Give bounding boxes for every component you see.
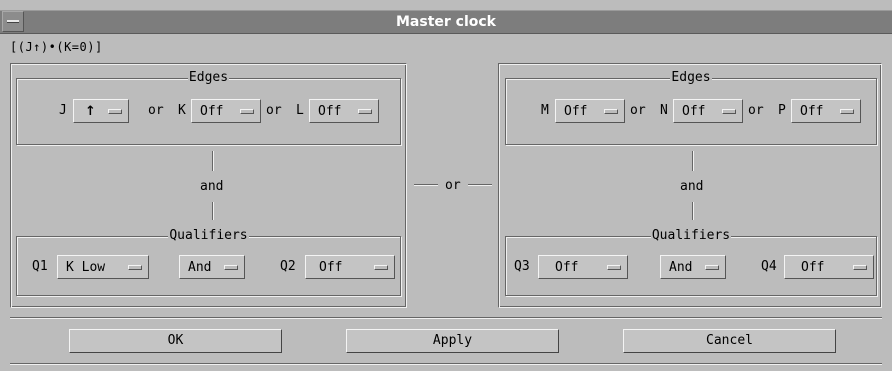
edge-p-dropdown[interactable]: Off	[791, 99, 861, 123]
right-qualifiers-group: Qualifiers Q3 Off And Q4 Off	[505, 228, 877, 296]
left-and-label: and	[200, 179, 224, 194]
edge-k-dropdown[interactable]: Off	[191, 99, 261, 123]
option-indicator-icon	[607, 265, 621, 270]
right-clock-panel: Edges M Off or N Off or P Off and Qualif…	[498, 63, 882, 308]
master-clock-dialog: Master clock [(J↑)•(K=0)] Edges J ↑ or K…	[0, 0, 892, 371]
or-label: or	[748, 103, 764, 118]
option-indicator-icon	[705, 265, 719, 270]
edge-j-value: ↑	[85, 104, 96, 119]
q3-q4-operator-dropdown[interactable]: And	[660, 255, 726, 279]
connector-line	[692, 151, 694, 171]
connector-line	[212, 202, 214, 220]
separator	[10, 317, 882, 319]
right-edges-group: Edges M Off or N Off or P Off	[505, 70, 877, 145]
edge-j-dropdown[interactable]: ↑	[73, 99, 129, 123]
window-menu-icon	[7, 20, 19, 23]
q3-dropdown[interactable]: Off	[538, 255, 628, 279]
separator	[10, 363, 882, 365]
edge-l-label: L	[296, 103, 304, 118]
right-qualifiers-title: Qualifiers	[650, 228, 732, 243]
q1-q2-operator-value: And	[188, 260, 212, 275]
option-indicator-icon	[840, 109, 854, 114]
cancel-button[interactable]: Cancel	[623, 329, 836, 353]
window-title: Master clock	[395, 14, 496, 30]
edge-l-dropdown[interactable]: Off	[309, 99, 379, 123]
q4-dropdown[interactable]: Off	[784, 255, 874, 279]
left-qualifiers-group: Qualifiers Q1 K Low And Q2 Off	[16, 228, 401, 296]
option-indicator-icon	[240, 109, 254, 114]
q1-value: K Low	[66, 260, 106, 275]
q1-label: Q1	[32, 259, 48, 274]
option-indicator-icon	[108, 109, 122, 114]
edge-k-label: K	[178, 103, 186, 118]
q3-q4-operator-value: And	[669, 260, 693, 275]
connector-line	[414, 184, 438, 186]
option-indicator-icon	[604, 109, 618, 114]
window-menu-button[interactable]	[2, 11, 24, 32]
connector-line	[468, 184, 492, 186]
right-edges-title: Edges	[670, 70, 712, 85]
q3-label: Q3	[514, 259, 530, 274]
ok-button[interactable]: OK	[69, 329, 282, 353]
q2-label: Q2	[280, 259, 296, 274]
edge-n-value: Off	[682, 104, 706, 119]
edge-m-dropdown[interactable]: Off	[555, 99, 625, 123]
or-label: or	[630, 103, 646, 118]
edge-k-value: Off	[200, 104, 224, 119]
left-clock-panel: Edges J ↑ or K Off or L Off and Qualifie…	[10, 63, 407, 308]
left-edges-group: Edges J ↑ or K Off or L Off	[16, 70, 401, 145]
edge-j-label: J	[59, 103, 67, 118]
option-indicator-icon	[224, 265, 238, 270]
q1-dropdown[interactable]: K Low	[57, 255, 149, 279]
right-and-label: and	[680, 179, 704, 194]
q1-q2-operator-dropdown[interactable]: And	[179, 255, 245, 279]
or-label: or	[148, 103, 164, 118]
edge-m-value: Off	[564, 104, 588, 119]
edge-n-dropdown[interactable]: Off	[673, 99, 743, 123]
edge-n-label: N	[660, 103, 668, 118]
option-indicator-icon	[722, 109, 736, 114]
connector-line	[692, 202, 694, 220]
clock-expression: [(J↑)•(K=0)]	[10, 40, 103, 54]
edge-l-value: Off	[318, 104, 342, 119]
apply-button[interactable]: Apply	[346, 329, 559, 353]
q4-value: Off	[801, 260, 825, 275]
option-indicator-icon	[128, 265, 142, 270]
or-label: or	[266, 103, 282, 118]
q3-value: Off	[555, 260, 579, 275]
q2-dropdown[interactable]: Off	[305, 255, 395, 279]
option-indicator-icon	[853, 265, 867, 270]
left-qualifiers-title: Qualifiers	[168, 228, 249, 243]
panels-or-label: or	[445, 178, 461, 193]
connector-line	[212, 151, 214, 171]
option-indicator-icon	[358, 109, 372, 114]
title-bar[interactable]: Master clock	[0, 10, 892, 34]
q2-value: Off	[319, 260, 343, 275]
edge-p-label: P	[778, 103, 786, 118]
edge-m-label: M	[541, 103, 549, 118]
edge-p-value: Off	[800, 104, 824, 119]
q4-label: Q4	[761, 259, 777, 274]
left-edges-title: Edges	[187, 70, 230, 85]
option-indicator-icon	[374, 265, 388, 270]
